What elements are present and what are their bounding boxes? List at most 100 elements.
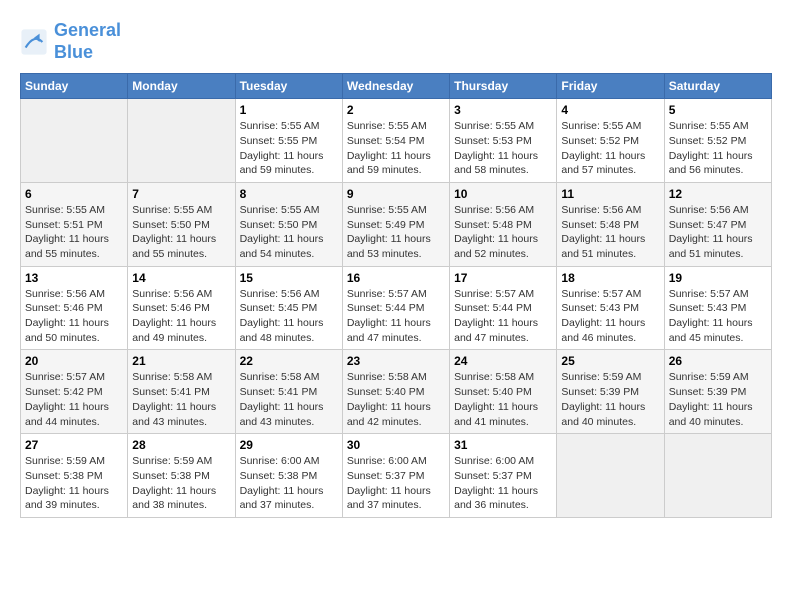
day-number: 21 <box>132 354 230 368</box>
day-info: Sunrise: 5:57 AM Sunset: 5:43 PM Dayligh… <box>669 287 767 346</box>
day-info: Sunrise: 5:56 AM Sunset: 5:45 PM Dayligh… <box>240 287 338 346</box>
day-number: 28 <box>132 438 230 452</box>
day-number: 7 <box>132 187 230 201</box>
day-number: 5 <box>669 103 767 117</box>
day-cell: 26 Sunrise: 5:59 AM Sunset: 5:39 PM Dayli… <box>664 350 771 434</box>
day-number: 30 <box>347 438 445 452</box>
day-number: 14 <box>132 271 230 285</box>
day-cell: 27Sunrise: 5:59 AM Sunset: 5:38 PM Dayli… <box>21 434 128 518</box>
week-row-3: 13 Sunrise: 5:56 AM Sunset: 5:46 PM Dayli… <box>21 266 772 350</box>
day-info: Sunrise: 6:00 AM Sunset: 5:38 PM Dayligh… <box>240 454 338 513</box>
dow-header-tuesday: Tuesday <box>235 74 342 99</box>
day-cell: 4Sunrise: 5:55 AM Sunset: 5:52 PM Daylig… <box>557 99 664 183</box>
day-info: Sunrise: 5:55 AM Sunset: 5:49 PM Dayligh… <box>347 203 445 262</box>
day-number: 24 <box>454 354 552 368</box>
day-info: Sunrise: 5:57 AM Sunset: 5:44 PM Dayligh… <box>454 287 552 346</box>
day-cell: 6 Sunrise: 5:55 AM Sunset: 5:51 PM Daylig… <box>21 182 128 266</box>
dow-header-saturday: Saturday <box>664 74 771 99</box>
day-number: 4 <box>561 103 659 117</box>
logo-icon <box>20 28 48 56</box>
day-info: Sunrise: 5:55 AM Sunset: 5:51 PM Dayligh… <box>25 203 123 262</box>
day-number: 23 <box>347 354 445 368</box>
day-info: Sunrise: 6:00 AM Sunset: 5:37 PM Dayligh… <box>454 454 552 513</box>
day-info: Sunrise: 5:59 AM Sunset: 5:39 PM Dayligh… <box>669 370 767 429</box>
day-cell: 28 Sunrise: 5:59 AM Sunset: 5:38 PM Dayli… <box>128 434 235 518</box>
day-number: 31 <box>454 438 552 452</box>
day-number: 16 <box>347 271 445 285</box>
day-number: 8 <box>240 187 338 201</box>
day-number: 18 <box>561 271 659 285</box>
week-row-4: 20 Sunrise: 5:57 AM Sunset: 5:42 PM Dayli… <box>21 350 772 434</box>
day-number: 17 <box>454 271 552 285</box>
day-info: Sunrise: 5:55 AM Sunset: 5:50 PM Dayligh… <box>132 203 230 262</box>
day-info: Sunrise: 5:58 AM Sunset: 5:40 PM Dayligh… <box>454 370 552 429</box>
day-cell <box>21 99 128 183</box>
day-number: 6 <box>25 187 123 201</box>
day-info: Sunrise: 5:55 AM Sunset: 5:53 PM Dayligh… <box>454 119 552 178</box>
page-header: General Blue <box>20 20 772 63</box>
day-number: 15 <box>240 271 338 285</box>
day-cell: 9 Sunrise: 5:55 AM Sunset: 5:49 PM Daylig… <box>342 182 449 266</box>
day-info: Sunrise: 5:57 AM Sunset: 5:42 PM Dayligh… <box>25 370 123 429</box>
day-info: Sunrise: 5:57 AM Sunset: 5:44 PM Dayligh… <box>347 287 445 346</box>
day-number: 9 <box>347 187 445 201</box>
day-cell: 17 Sunrise: 5:57 AM Sunset: 5:44 PM Dayli… <box>450 266 557 350</box>
dow-header-wednesday: Wednesday <box>342 74 449 99</box>
dow-header-sunday: Sunday <box>21 74 128 99</box>
day-number: 12 <box>669 187 767 201</box>
day-cell: 12 Sunrise: 5:56 AM Sunset: 5:47 PM Dayli… <box>664 182 771 266</box>
day-info: Sunrise: 5:56 AM Sunset: 5:48 PM Dayligh… <box>454 203 552 262</box>
day-cell: 20 Sunrise: 5:57 AM Sunset: 5:42 PM Dayli… <box>21 350 128 434</box>
day-info: Sunrise: 5:55 AM Sunset: 5:54 PM Dayligh… <box>347 119 445 178</box>
day-cell: 24 Sunrise: 5:58 AM Sunset: 5:40 PM Dayli… <box>450 350 557 434</box>
day-info: Sunrise: 5:58 AM Sunset: 5:40 PM Dayligh… <box>347 370 445 429</box>
dow-header-thursday: Thursday <box>450 74 557 99</box>
day-info: Sunrise: 5:59 AM Sunset: 5:38 PM Dayligh… <box>132 454 230 513</box>
day-cell: 15 Sunrise: 5:56 AM Sunset: 5:45 PM Dayli… <box>235 266 342 350</box>
day-number: 25 <box>561 354 659 368</box>
day-info: Sunrise: 5:58 AM Sunset: 5:41 PM Dayligh… <box>132 370 230 429</box>
day-number: 19 <box>669 271 767 285</box>
day-cell: 11 Sunrise: 5:56 AM Sunset: 5:48 PM Dayli… <box>557 182 664 266</box>
days-of-week-row: SundayMondayTuesdayWednesdayThursdayFrid… <box>21 74 772 99</box>
week-row-1: 1Sunrise: 5:55 AM Sunset: 5:55 PM Daylig… <box>21 99 772 183</box>
day-info: Sunrise: 5:57 AM Sunset: 5:43 PM Dayligh… <box>561 287 659 346</box>
day-info: Sunrise: 5:55 AM Sunset: 5:52 PM Dayligh… <box>669 119 767 178</box>
day-cell: 25 Sunrise: 5:59 AM Sunset: 5:39 PM Dayli… <box>557 350 664 434</box>
day-info: Sunrise: 6:00 AM Sunset: 5:37 PM Dayligh… <box>347 454 445 513</box>
day-number: 29 <box>240 438 338 452</box>
day-cell: 23 Sunrise: 5:58 AM Sunset: 5:40 PM Dayli… <box>342 350 449 434</box>
day-number: 1 <box>240 103 338 117</box>
day-cell: 19 Sunrise: 5:57 AM Sunset: 5:43 PM Dayli… <box>664 266 771 350</box>
day-cell: 10 Sunrise: 5:56 AM Sunset: 5:48 PM Dayli… <box>450 182 557 266</box>
day-cell: 16 Sunrise: 5:57 AM Sunset: 5:44 PM Dayli… <box>342 266 449 350</box>
logo-text: General Blue <box>54 20 121 63</box>
day-cell <box>557 434 664 518</box>
day-cell: 31 Sunrise: 6:00 AM Sunset: 5:37 PM Dayli… <box>450 434 557 518</box>
week-row-2: 6 Sunrise: 5:55 AM Sunset: 5:51 PM Daylig… <box>21 182 772 266</box>
day-cell: 30 Sunrise: 6:00 AM Sunset: 5:37 PM Dayli… <box>342 434 449 518</box>
calendar-body: 1Sunrise: 5:55 AM Sunset: 5:55 PM Daylig… <box>21 99 772 518</box>
day-cell: 8Sunrise: 5:55 AM Sunset: 5:50 PM Daylig… <box>235 182 342 266</box>
day-cell: 18 Sunrise: 5:57 AM Sunset: 5:43 PM Dayli… <box>557 266 664 350</box>
day-number: 26 <box>669 354 767 368</box>
day-info: Sunrise: 5:59 AM Sunset: 5:39 PM Dayligh… <box>561 370 659 429</box>
day-cell <box>664 434 771 518</box>
day-number: 20 <box>25 354 123 368</box>
day-number: 2 <box>347 103 445 117</box>
day-info: Sunrise: 5:58 AM Sunset: 5:41 PM Dayligh… <box>240 370 338 429</box>
day-cell: 2 Sunrise: 5:55 AM Sunset: 5:54 PM Daylig… <box>342 99 449 183</box>
day-cell <box>128 99 235 183</box>
day-number: 10 <box>454 187 552 201</box>
day-cell: 13 Sunrise: 5:56 AM Sunset: 5:46 PM Dayli… <box>21 266 128 350</box>
day-cell: 21 Sunrise: 5:58 AM Sunset: 5:41 PM Dayli… <box>128 350 235 434</box>
day-info: Sunrise: 5:56 AM Sunset: 5:48 PM Dayligh… <box>561 203 659 262</box>
day-number: 11 <box>561 187 659 201</box>
week-row-5: 27Sunrise: 5:59 AM Sunset: 5:38 PM Dayli… <box>21 434 772 518</box>
day-cell: 5 Sunrise: 5:55 AM Sunset: 5:52 PM Daylig… <box>664 99 771 183</box>
day-number: 13 <box>25 271 123 285</box>
day-info: Sunrise: 5:56 AM Sunset: 5:47 PM Dayligh… <box>669 203 767 262</box>
calendar-table: SundayMondayTuesdayWednesdayThursdayFrid… <box>20 73 772 518</box>
day-cell: 22Sunrise: 5:58 AM Sunset: 5:41 PM Dayli… <box>235 350 342 434</box>
day-info: Sunrise: 5:56 AM Sunset: 5:46 PM Dayligh… <box>25 287 123 346</box>
